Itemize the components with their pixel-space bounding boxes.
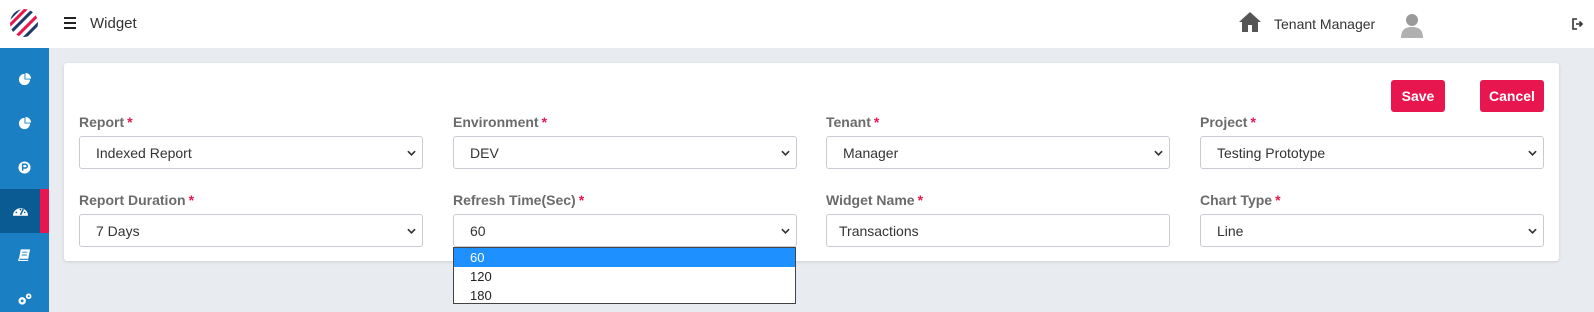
page-title: Widget	[90, 15, 137, 32]
sidebar-item-docs[interactable]	[0, 233, 49, 277]
project-label: Project *	[1200, 114, 1256, 130]
chevron-down-icon	[781, 150, 790, 156]
sidebar-item-reports[interactable]	[0, 57, 49, 101]
tenant-select[interactable]: Manager	[826, 136, 1170, 169]
menu-toggle-icon[interactable]	[64, 17, 76, 29]
report-select[interactable]: Indexed Report	[79, 136, 423, 169]
chart-type-label: Chart Type *	[1200, 192, 1281, 208]
cancel-button[interactable]: Cancel	[1480, 80, 1544, 112]
parking-icon	[18, 160, 31, 174]
tenant-label: Tenant Manager	[1274, 16, 1376, 32]
sidebar-item-analytics[interactable]	[0, 101, 49, 145]
chevron-down-icon	[781, 228, 790, 234]
environment-label: Environment *	[453, 114, 548, 130]
dropdown-option[interactable]: 60	[454, 248, 795, 267]
refresh-time-dropdown: 60 120 180	[453, 247, 796, 304]
book-icon	[18, 249, 31, 261]
pie-chart-icon	[18, 116, 31, 129]
pie-chart-icon	[18, 72, 31, 85]
avatar[interactable]	[1400, 12, 1424, 38]
settings-gears-icon	[18, 292, 32, 305]
refresh-time-label: Refresh Time(Sec) *	[453, 192, 585, 208]
chevron-down-icon	[407, 228, 416, 234]
environment-select[interactable]: DEV	[453, 136, 797, 169]
report-duration-select[interactable]: 7 Days	[79, 214, 423, 247]
tenant-label-field: Tenant *	[826, 114, 880, 130]
chevron-down-icon	[1528, 150, 1537, 156]
chevron-down-icon	[1528, 228, 1537, 234]
dropdown-option[interactable]: 180	[454, 286, 795, 305]
sidebar-item-settings[interactable]	[0, 277, 49, 312]
top-bar: Widget Tenant Manager	[0, 0, 1594, 48]
save-button[interactable]: Save	[1391, 80, 1445, 112]
sidebar-item-widgets[interactable]	[0, 189, 49, 233]
chevron-down-icon	[407, 150, 416, 156]
sidebar-item-projects[interactable]	[0, 145, 49, 189]
widget-name-field[interactable]: Transactions	[826, 214, 1170, 247]
chevron-down-icon	[1154, 150, 1163, 156]
logout-icon[interactable]	[1572, 18, 1584, 30]
report-label: Report *	[79, 114, 133, 130]
dropdown-option[interactable]: 120	[454, 267, 795, 286]
refresh-time-select[interactable]: 60	[453, 214, 797, 247]
brand-logo[interactable]	[10, 9, 38, 37]
project-select[interactable]: Testing Prototype	[1200, 136, 1544, 169]
report-duration-label: Report Duration *	[79, 192, 195, 208]
widget-name-label: Widget Name *	[826, 192, 924, 208]
sidebar	[0, 48, 49, 312]
chart-type-select[interactable]: Line	[1200, 214, 1544, 247]
dashboard-icon	[12, 208, 28, 216]
home-icon[interactable]	[1238, 11, 1262, 33]
